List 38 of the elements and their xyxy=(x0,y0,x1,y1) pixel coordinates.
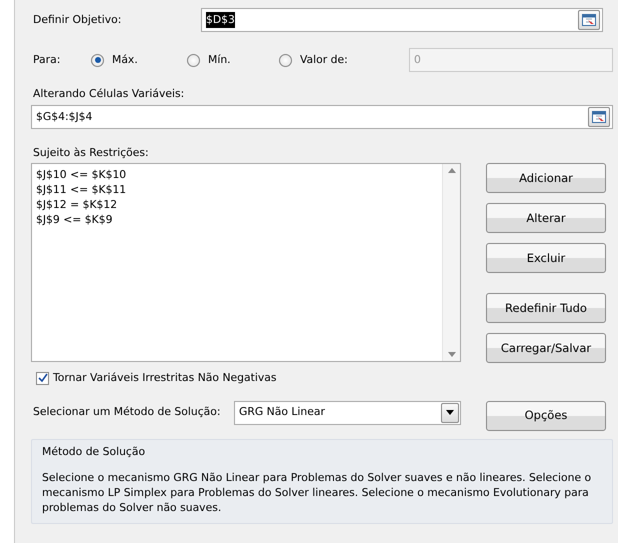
field-value: 0 xyxy=(414,52,421,68)
description-text: Selecione o mecanismo GRG Não Linear para Problemas do Solver suaves e não lineares. Selecione o mecanismo LP Simplex para Problemas do Solver lineares. Selecione o mecanismo Evolutionary para problemas do Solver não suaves. xyxy=(42,470,592,515)
action-button[interactable]: Excluir xyxy=(486,243,606,274)
objective-field[interactable]: $D$3 xyxy=(201,8,603,32)
radio-label: Mín. xyxy=(208,52,231,68)
radio-label: Máx. xyxy=(112,52,138,68)
scroll-up-icon[interactable] xyxy=(448,168,456,174)
field-label: Sujeito às Restrições: xyxy=(32,145,150,162)
range-select-button[interactable] xyxy=(578,10,600,30)
radio-label: Valor de: xyxy=(300,52,348,68)
scrollbar[interactable] xyxy=(442,164,460,362)
range-select-icon xyxy=(592,111,606,124)
checkbox[interactable] xyxy=(36,372,49,385)
field-label: Definir Objetivo: xyxy=(32,12,122,28)
options-button[interactable]: Opções xyxy=(486,400,606,431)
list-item[interactable]: $J$12 = $K$12 xyxy=(36,197,126,212)
action-button[interactable]: Redefinir Tudo xyxy=(486,293,606,324)
action-button[interactable]: Carregar/Salvar xyxy=(486,333,606,364)
method-dropdown[interactable]: GRG Não Linear xyxy=(234,400,461,425)
dropdown-value: GRG Não Linear xyxy=(239,404,325,420)
field-label: Alterando Células Variáveis: xyxy=(32,86,186,102)
action-button[interactable]: Adicionar xyxy=(486,163,606,194)
constraints-list[interactable]: $J$10 <= $K$10 $J$11 <= $K$11 $J$12 = $K$12 $J$9 <= $K$9 xyxy=(31,163,461,362)
range-select-button[interactable] xyxy=(588,107,610,128)
field-value: $G$4:$J$4 xyxy=(36,109,92,126)
action-button[interactable]: Alterar xyxy=(486,203,606,234)
field-value: $D$3 xyxy=(206,12,235,28)
field-label: Selecionar um Método de Solução: xyxy=(32,404,222,420)
field-label: Para: xyxy=(32,52,62,68)
checkbox-label: Tornar Variáveis Irrestritas Não Negativas xyxy=(53,370,277,386)
variable-cells-field[interactable]: $G$4:$J$4 xyxy=(31,105,613,130)
list-item[interactable]: $J$11 <= $K$11 xyxy=(36,182,126,198)
list-item[interactable]: $J$10 <= $K$10 xyxy=(36,167,126,182)
scroll-down-icon[interactable] xyxy=(448,352,456,358)
range-select-icon xyxy=(582,14,596,26)
panel-title: Método de Solução xyxy=(42,444,146,460)
dropdown-arrow-icon[interactable] xyxy=(446,410,454,416)
list-item[interactable]: $J$9 <= $K$9 xyxy=(36,212,126,228)
